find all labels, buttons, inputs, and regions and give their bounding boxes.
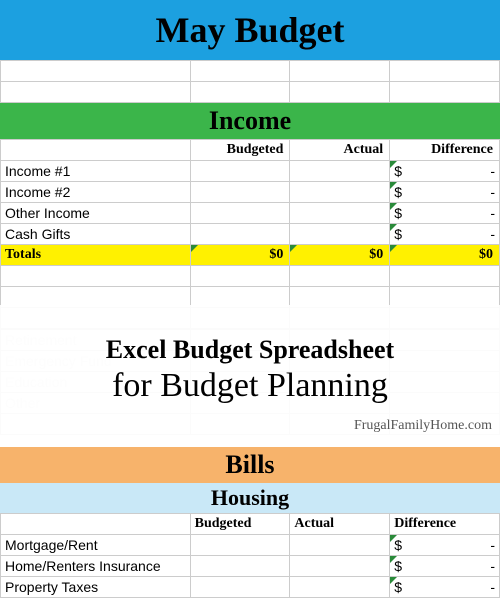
col-budgeted: Budgeted (190, 140, 290, 161)
table-row: Other Income $- (1, 203, 500, 224)
col-difference: Difference (390, 514, 500, 535)
table-row: Cash Gifts $- (1, 224, 500, 245)
bills-subheading: Housing (0, 483, 500, 513)
income-header-row: Budgeted Actual Difference (1, 140, 500, 161)
totals-difference: $0 (390, 245, 500, 266)
diff-cell: $- (390, 224, 500, 245)
col-difference: Difference (390, 140, 500, 161)
table-row: Income #2 $- (1, 182, 500, 203)
bills-table: Budgeted Actual Difference Mortgage/Rent… (0, 513, 500, 598)
row-label: Property Taxes (1, 577, 191, 598)
diff-cell: $- (390, 161, 500, 182)
watermark: FrugalFamilyHome.com (354, 418, 492, 434)
col-actual: Actual (290, 514, 390, 535)
diff-cell: $- (390, 577, 500, 598)
row-label: Cash Gifts (1, 224, 191, 245)
page-title: May Budget (0, 0, 500, 60)
totals-budgeted: $0 (190, 245, 290, 266)
diff-cell: $- (390, 556, 500, 577)
table-row: Income #1 $- (1, 161, 500, 182)
totals-row: Totals $0 $0 $0 (1, 245, 500, 266)
diff-cell: $- (390, 182, 500, 203)
table-row: Mortgage/Rent $- (1, 535, 500, 556)
table-row: Home/Renters Insurance $- (1, 556, 500, 577)
row-label: Other Income (1, 203, 191, 224)
col-budgeted: Budgeted (190, 514, 290, 535)
income-heading: Income (0, 103, 500, 139)
col-actual: Actual (290, 140, 390, 161)
row-label: Home/Renters Insurance (1, 556, 191, 577)
diff-cell: $- (390, 535, 500, 556)
income-table: Budgeted Actual Difference Income #1 $- … (0, 139, 500, 329)
blank-rows-top (0, 60, 500, 103)
diff-cell: $- (390, 203, 500, 224)
totals-actual: $0 (290, 245, 390, 266)
bills-heading: Bills (0, 447, 500, 483)
row-label: Mortgage/Rent (1, 535, 191, 556)
row-label: Income #1 (1, 161, 191, 182)
totals-label: Totals (1, 245, 191, 266)
table-row: Property Taxes $- (1, 577, 500, 598)
bills-header-row: Budgeted Actual Difference (1, 514, 500, 535)
row-label: Income #2 (1, 182, 191, 203)
